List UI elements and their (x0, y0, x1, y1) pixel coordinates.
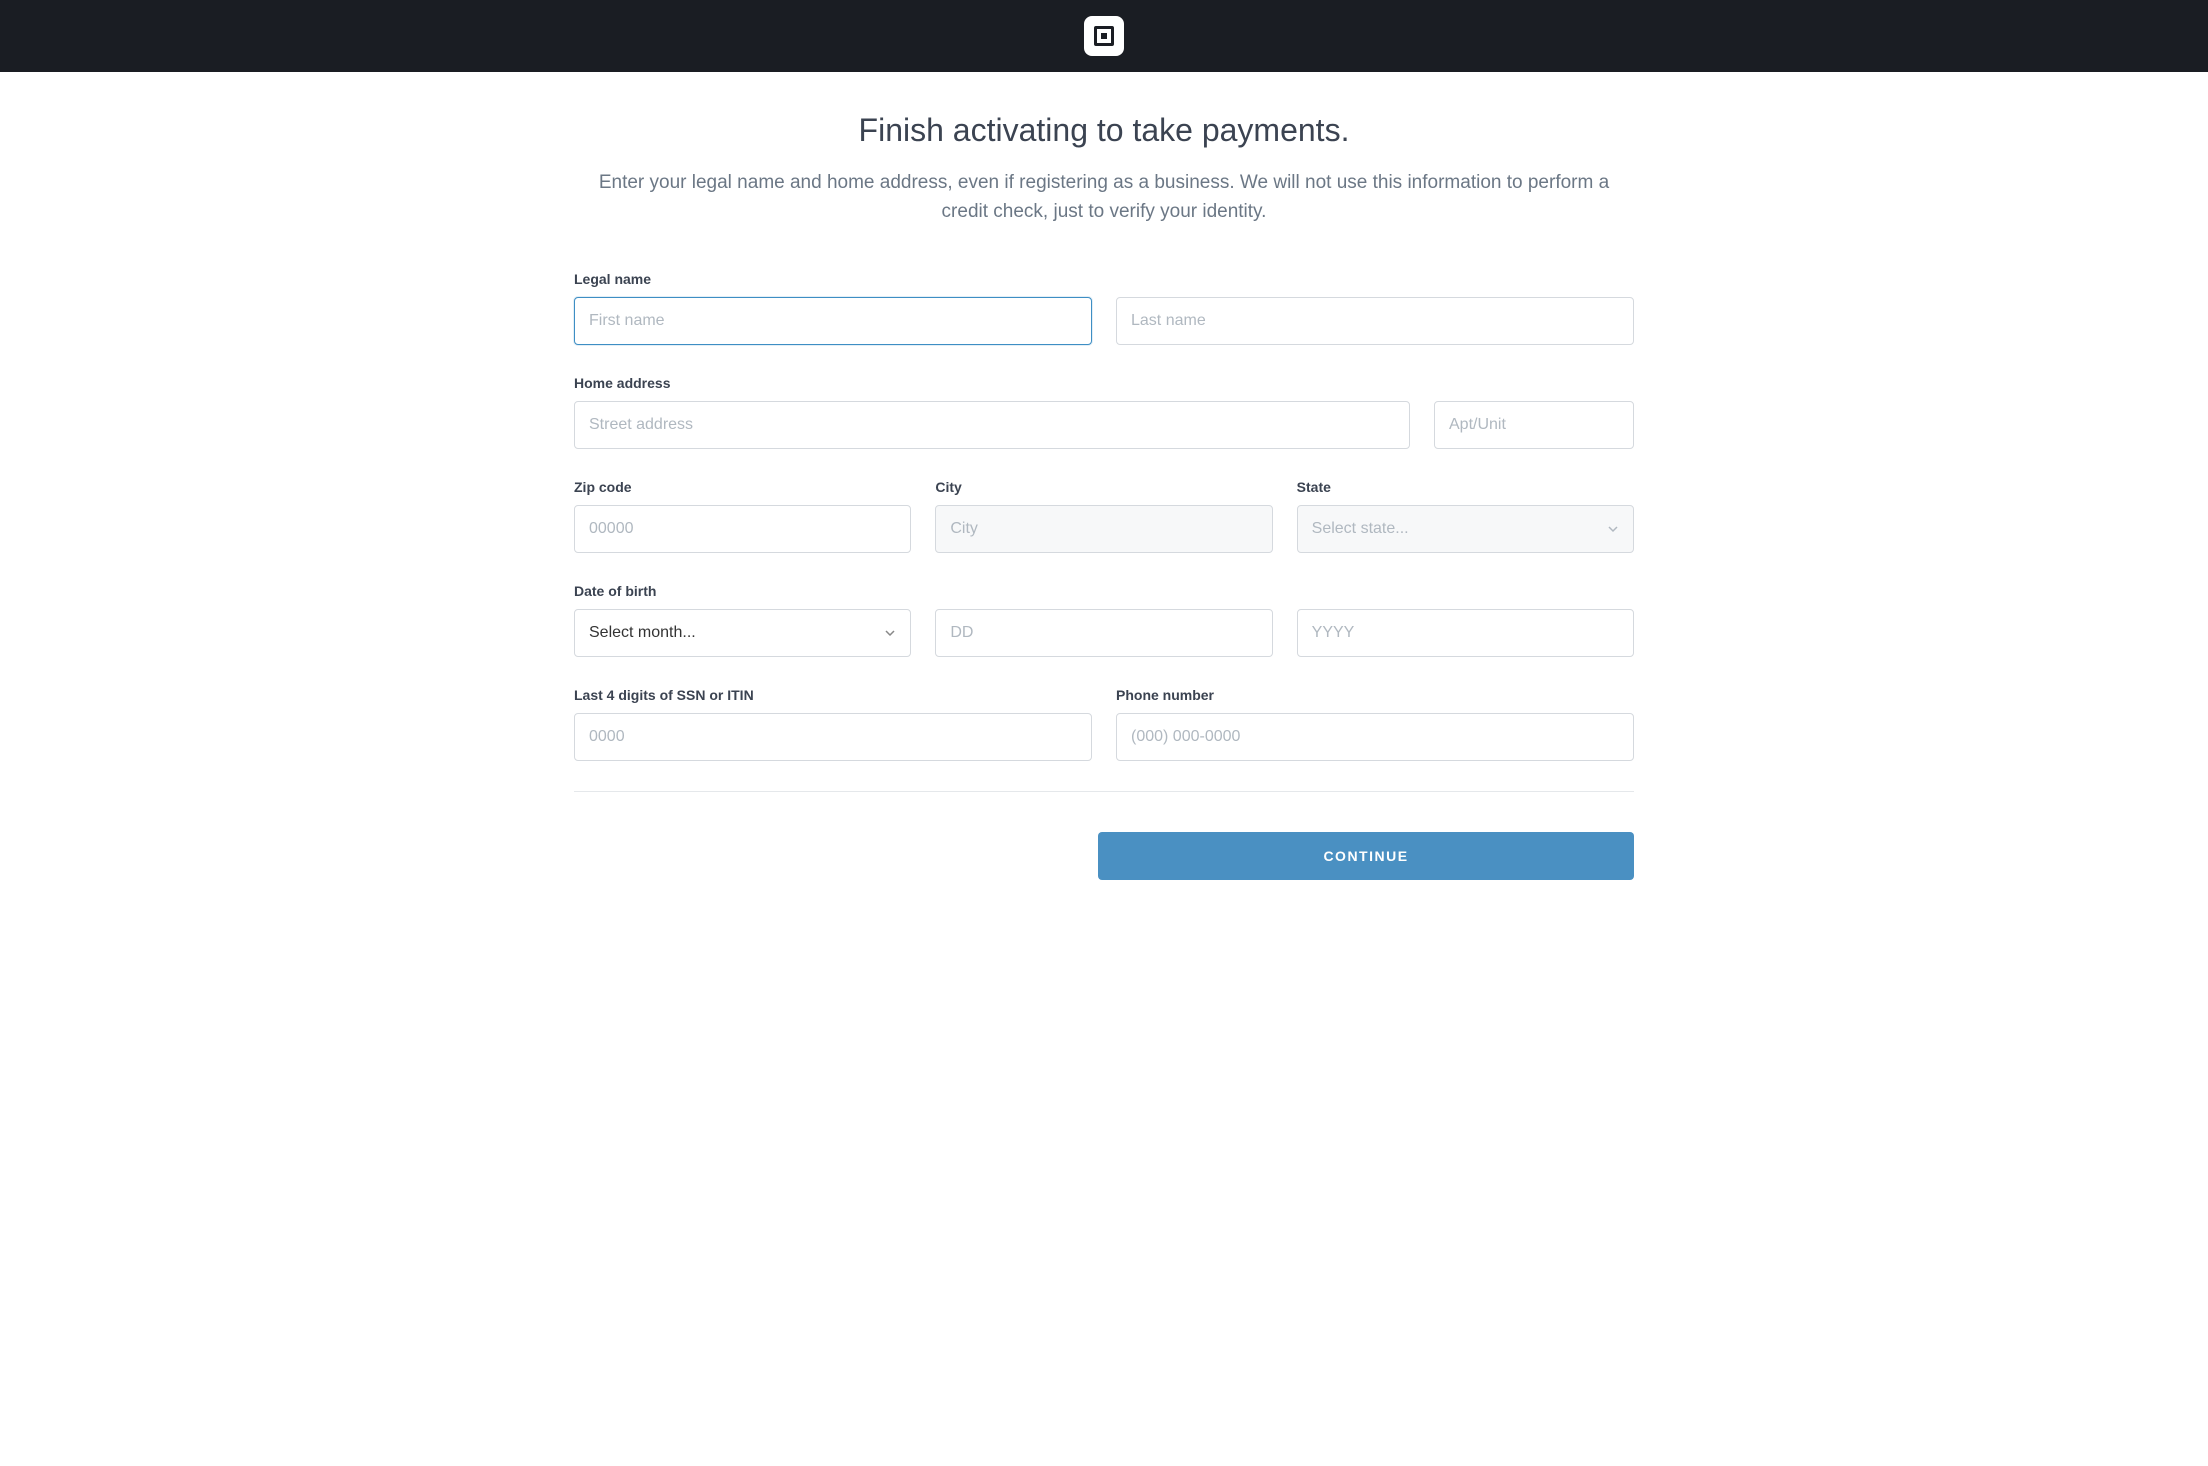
dob-month-select[interactable]: Select month... (574, 609, 911, 657)
zip-label: Zip code (574, 479, 911, 495)
app-header (0, 0, 2208, 72)
home-address-section: Home address (574, 375, 1634, 449)
chevron-down-icon (1607, 523, 1619, 535)
city-input[interactable] (935, 505, 1272, 553)
dob-section: Date of birth Select month... (574, 583, 1634, 657)
form-divider (574, 791, 1634, 792)
legal-name-section: Legal name (574, 271, 1634, 345)
ssn-input[interactable] (574, 713, 1092, 761)
last-name-input[interactable] (1116, 297, 1634, 345)
location-section: Zip code City State Select state... (574, 479, 1634, 553)
page-subtitle: Enter your legal name and home address, … (574, 169, 1634, 226)
legal-name-label: Legal name (574, 271, 1634, 287)
ssn-phone-section: Last 4 digits of SSN or ITIN Phone numbe… (574, 687, 1634, 761)
apt-unit-input[interactable] (1434, 401, 1634, 449)
chevron-down-icon (884, 627, 896, 639)
city-label: City (935, 479, 1272, 495)
phone-input[interactable] (1116, 713, 1634, 761)
ssn-label: Last 4 digits of SSN or ITIN (574, 687, 1092, 703)
dob-label: Date of birth (574, 583, 1634, 599)
continue-button[interactable]: CONTINUE (1098, 832, 1634, 880)
state-label: State (1297, 479, 1634, 495)
action-row: CONTINUE (574, 832, 1634, 880)
square-logo-icon (1084, 16, 1124, 56)
first-name-input[interactable] (574, 297, 1092, 345)
phone-label: Phone number (1116, 687, 1634, 703)
zip-input[interactable] (574, 505, 911, 553)
home-address-label: Home address (574, 375, 1634, 391)
state-select-placeholder: Select state... (1312, 520, 1409, 538)
dob-month-placeholder: Select month... (589, 624, 696, 642)
dob-day-input[interactable] (935, 609, 1272, 657)
form-container: Finish activating to take payments. Ente… (554, 72, 1654, 920)
page-title: Finish activating to take payments. (574, 112, 1634, 149)
state-select[interactable]: Select state... (1297, 505, 1634, 553)
street-address-input[interactable] (574, 401, 1410, 449)
dob-year-input[interactable] (1297, 609, 1634, 657)
